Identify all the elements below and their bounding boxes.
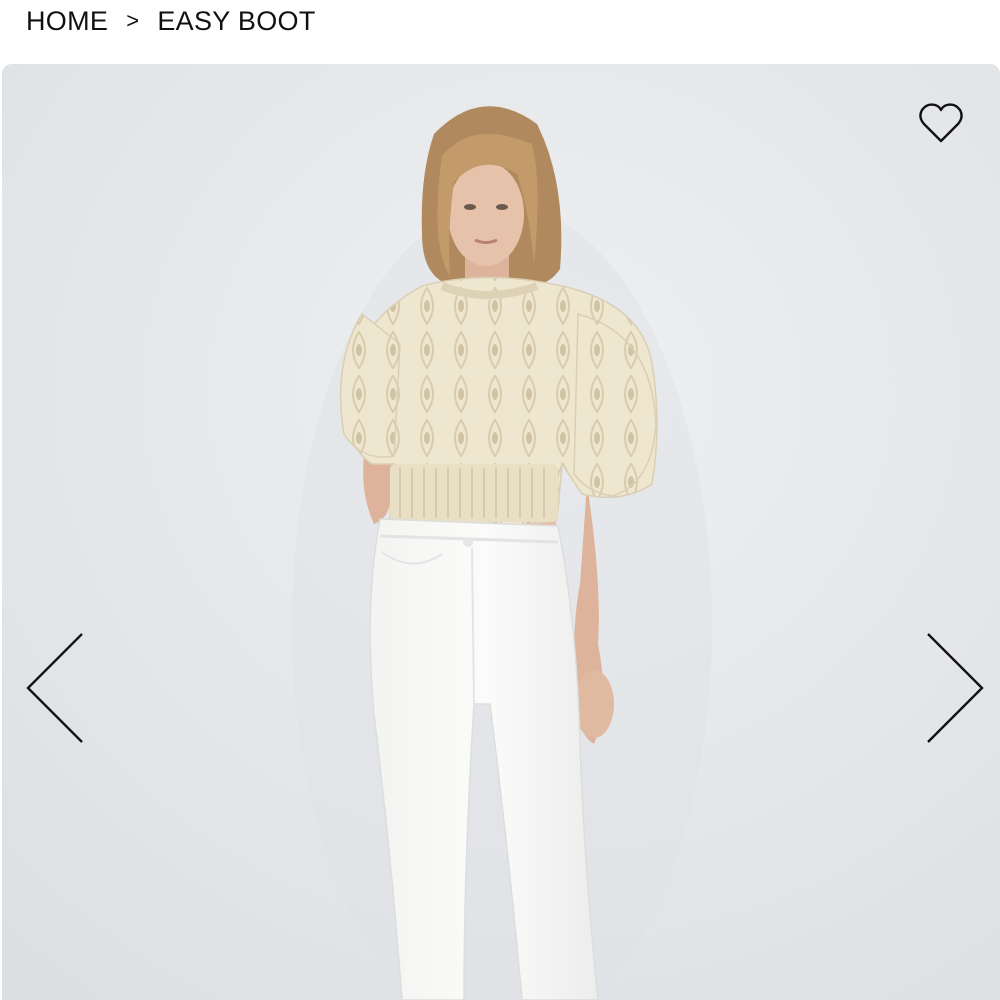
breadcrumb-separator: > xyxy=(126,8,140,33)
product-image-gallery[interactable] xyxy=(2,64,1000,1000)
breadcrumb: HOME > EASY BOOT xyxy=(26,0,316,42)
breadcrumb-home-link[interactable]: HOME xyxy=(26,6,108,37)
heart-icon[interactable] xyxy=(916,98,966,148)
breadcrumb-current: EASY BOOT xyxy=(157,5,316,36)
chevron-right-icon[interactable] xyxy=(922,630,986,746)
product-image xyxy=(2,64,1000,1000)
chevron-left-icon[interactable] xyxy=(24,630,88,746)
